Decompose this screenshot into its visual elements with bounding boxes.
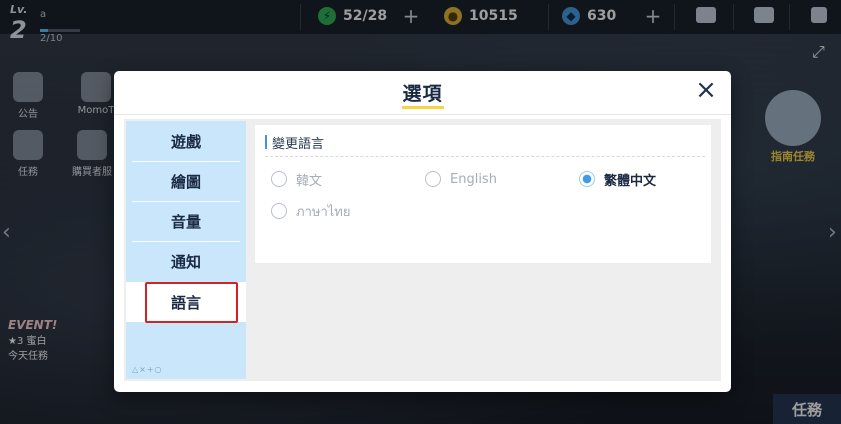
title-underline: [402, 106, 444, 109]
radio-button[interactable]: [271, 203, 287, 219]
language-option-traditional-chinese[interactable]: 繁體中文: [579, 169, 656, 189]
tab-label: 通知: [170, 252, 201, 271]
tab-volume[interactable]: 音量: [126, 201, 246, 241]
language-option-thai[interactable]: ภาษาไทย: [271, 201, 350, 221]
tab-label: 繪圖: [170, 172, 201, 191]
close-button[interactable]: ×: [692, 76, 720, 104]
tab-graphics[interactable]: 繪圖: [126, 161, 246, 201]
language-option-english[interactable]: English: [425, 169, 497, 189]
controller-symbols: △×+○: [132, 365, 163, 374]
dialog-body: 遊戲 繪圖 音量 通知 語言 △×+○ 變更語言 韓文 English 繁體中文…: [124, 119, 721, 381]
radio-button[interactable]: [271, 171, 287, 187]
option-label: 繁體中文: [604, 173, 657, 189]
radio-button-selected[interactable]: [579, 171, 595, 187]
divider: [265, 156, 705, 157]
options-tab-list: 遊戲 繪圖 音量 通知 語言 △×+○: [126, 121, 246, 379]
option-label: 韓文: [296, 173, 323, 189]
radio-button[interactable]: [425, 171, 441, 187]
language-panel: 變更語言 韓文 English 繁體中文 ภาษาไทย: [255, 125, 711, 263]
tab-label: 語言: [170, 293, 201, 312]
dialog-title: 選項: [402, 83, 443, 105]
options-dialog: 選項 × 遊戲 繪圖 音量 通知 語言 △×+○ 變更語言 韓文 English…: [114, 71, 731, 392]
section-header: 變更語言: [265, 134, 325, 152]
tab-game[interactable]: 遊戲: [126, 121, 246, 161]
tab-language[interactable]: 語言: [126, 282, 246, 322]
language-option-korean[interactable]: 韓文: [271, 169, 322, 189]
tab-notifications[interactable]: 通知: [126, 241, 246, 281]
dialog-header: 選項 ×: [114, 71, 731, 115]
tab-label: 遊戲: [170, 132, 201, 151]
option-label: ภาษาไทย: [296, 204, 351, 220]
section-marker: [265, 135, 267, 149]
tab-label: 音量: [170, 212, 201, 231]
section-title: 變更語言: [272, 136, 325, 152]
option-label: English: [450, 171, 497, 187]
